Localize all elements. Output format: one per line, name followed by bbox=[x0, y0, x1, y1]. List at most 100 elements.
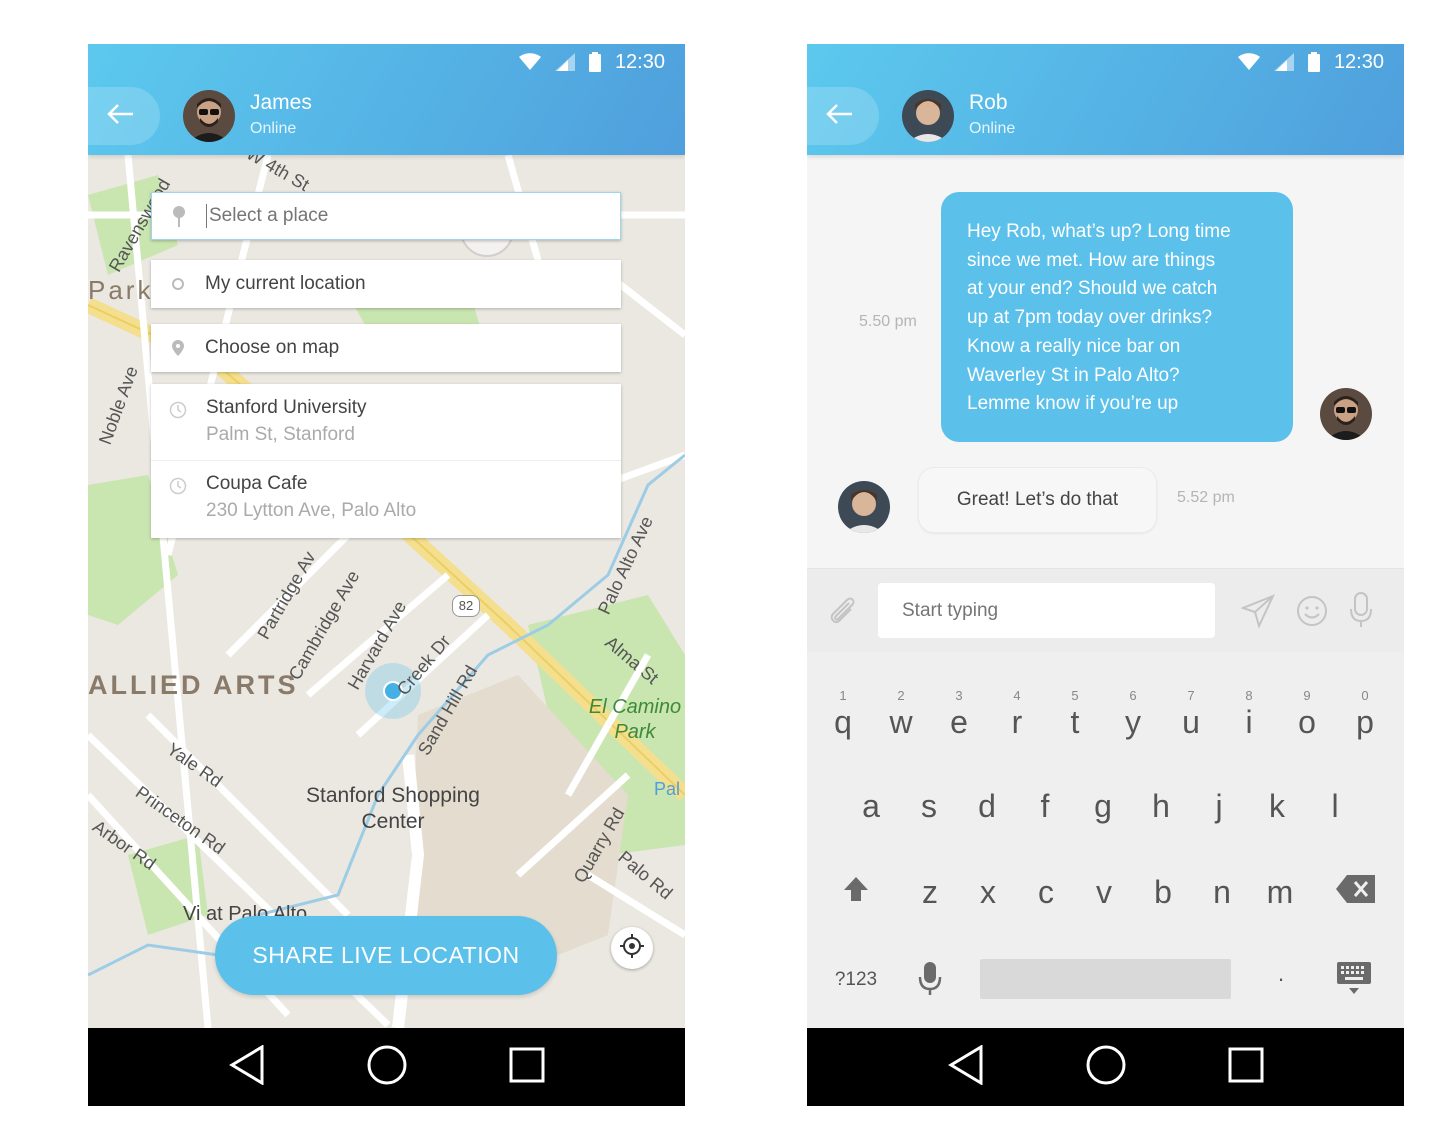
incoming-message-bubble[interactable]: Great! Let’s do that bbox=[918, 467, 1157, 533]
nav-home-icon[interactable] bbox=[1085, 1044, 1127, 1091]
symbols-key[interactable]: ?123 bbox=[827, 937, 885, 1009]
contact-status: Online bbox=[969, 120, 1016, 137]
contact-name: James bbox=[250, 91, 312, 114]
choose-on-map-label: Choose on map bbox=[205, 337, 340, 358]
backspace-icon bbox=[1327, 874, 1385, 912]
battery-icon bbox=[1307, 52, 1320, 72]
emoji-icon[interactable] bbox=[1295, 594, 1329, 633]
map-label-allied-arts: ALLIED ARTS bbox=[88, 670, 299, 700]
radio-circle-icon bbox=[151, 277, 205, 291]
backspace-key[interactable] bbox=[1327, 850, 1385, 922]
history-clock-icon bbox=[169, 401, 187, 424]
share-live-location-button[interactable]: SHARE LIVE LOCATION bbox=[215, 916, 557, 995]
place-search-box[interactable] bbox=[151, 192, 621, 240]
nav-recents-icon[interactable] bbox=[1228, 1047, 1264, 1088]
message-line: up at 7pm today over drinks? bbox=[967, 307, 1213, 329]
crosshair-icon bbox=[619, 933, 645, 964]
nav-back-icon[interactable] bbox=[228, 1043, 265, 1090]
key-f[interactable]: f bbox=[1016, 764, 1074, 836]
message-input[interactable] bbox=[878, 583, 1215, 638]
pin-icon bbox=[152, 205, 206, 227]
avatar[interactable] bbox=[183, 90, 235, 142]
message-line: Hey Rob, what’s up? Long time bbox=[967, 221, 1231, 242]
message-line: at your end? Should we catch bbox=[967, 278, 1218, 300]
keyboard-switch-key[interactable] bbox=[1325, 937, 1383, 1009]
current-location-label: My current location bbox=[205, 273, 366, 294]
composer-bar bbox=[807, 568, 1404, 653]
key-t[interactable]: 5t bbox=[1046, 680, 1104, 752]
key-y[interactable]: 6y bbox=[1104, 680, 1162, 752]
receiver-avatar bbox=[838, 481, 890, 533]
key-l[interactable]: l bbox=[1306, 764, 1364, 836]
map-pin-icon bbox=[151, 340, 205, 356]
key-p[interactable]: 0p bbox=[1336, 680, 1394, 752]
key-v[interactable]: v bbox=[1075, 850, 1133, 922]
contact-status: Online bbox=[250, 120, 297, 137]
back-arrow-icon bbox=[107, 103, 135, 130]
key-s[interactable]: s bbox=[900, 764, 958, 836]
space-bar[interactable] bbox=[980, 959, 1231, 999]
suggestion-title: Stanford University bbox=[206, 397, 367, 418]
period-key[interactable]: . bbox=[1252, 937, 1310, 1009]
microphone-icon[interactable] bbox=[1349, 591, 1373, 634]
battery-icon bbox=[588, 52, 601, 72]
key-n[interactable]: n bbox=[1193, 850, 1251, 922]
back-button[interactable] bbox=[88, 87, 160, 145]
signal-icon bbox=[1273, 53, 1294, 71]
key-q[interactable]: 1q bbox=[814, 680, 872, 752]
key-g[interactable]: g bbox=[1074, 764, 1132, 836]
message-time: 5.50 pm bbox=[859, 313, 917, 330]
nav-recents-icon[interactable] bbox=[509, 1047, 545, 1088]
keyboard-hide-icon bbox=[1325, 961, 1383, 1003]
voice-input-key[interactable] bbox=[901, 937, 959, 1009]
key-c[interactable]: c bbox=[1017, 850, 1075, 922]
key-i[interactable]: 8i bbox=[1220, 680, 1278, 752]
key-k[interactable]: k bbox=[1248, 764, 1306, 836]
android-nav-bar bbox=[88, 1028, 685, 1106]
message-time: 5.52 pm bbox=[1177, 489, 1235, 506]
key-b[interactable]: b bbox=[1134, 850, 1192, 922]
outgoing-message-bubble[interactable]: Hey Rob, what’s up? Long time since we m… bbox=[941, 192, 1293, 442]
status-bar: 12:30 bbox=[1237, 50, 1384, 74]
key-j[interactable]: j bbox=[1190, 764, 1248, 836]
shift-key[interactable] bbox=[827, 850, 885, 922]
place-search-input[interactable] bbox=[206, 204, 591, 228]
shift-arrow-icon bbox=[827, 874, 885, 911]
key-a[interactable]: a bbox=[842, 764, 900, 836]
map-label-park: Park bbox=[88, 275, 154, 305]
attachment-icon[interactable] bbox=[825, 595, 859, 634]
nav-home-icon[interactable] bbox=[366, 1044, 408, 1091]
key-x[interactable]: x bbox=[959, 850, 1017, 922]
message-line: Lemme know if you’re up bbox=[967, 393, 1179, 415]
key-w[interactable]: 2w bbox=[872, 680, 930, 752]
option-choose-on-map[interactable]: Choose on map bbox=[151, 324, 621, 372]
nav-back-icon[interactable] bbox=[947, 1043, 984, 1090]
map-label-pal: Pal bbox=[654, 779, 681, 799]
my-location-button[interactable] bbox=[611, 927, 653, 969]
wifi-icon bbox=[1237, 53, 1260, 71]
suggestion-item[interactable]: Coupa Cafe 230 Lytton Ave, Palo Alto bbox=[151, 460, 621, 536]
key-e[interactable]: 3e bbox=[930, 680, 988, 752]
map-label-stanford-shopping: Stanford Shopping Center bbox=[306, 784, 480, 833]
suggestion-title: Coupa Cafe bbox=[206, 473, 308, 494]
send-icon[interactable] bbox=[1240, 594, 1275, 633]
key-o[interactable]: 9o bbox=[1278, 680, 1336, 752]
option-current-location[interactable]: My current location bbox=[151, 260, 621, 308]
key-h[interactable]: h bbox=[1132, 764, 1190, 836]
back-button[interactable] bbox=[807, 87, 879, 145]
message-list: 5.50 pm Hey Rob, what’s up? Long time si… bbox=[807, 155, 1404, 568]
back-arrow-icon bbox=[826, 103, 854, 130]
key-u[interactable]: 7u bbox=[1162, 680, 1220, 752]
key-z[interactable]: z bbox=[901, 850, 959, 922]
key-m[interactable]: m bbox=[1251, 850, 1309, 922]
key-r[interactable]: 4r bbox=[988, 680, 1046, 752]
key-d[interactable]: d bbox=[958, 764, 1016, 836]
highway-82-shield: 82 bbox=[452, 595, 480, 617]
wifi-icon bbox=[518, 53, 541, 71]
avatar[interactable] bbox=[902, 90, 954, 142]
clock-time: 12:30 bbox=[1333, 50, 1384, 73]
chat-screen: 5.50 pm Hey Rob, what’s up? Long time si… bbox=[807, 44, 1404, 1106]
suggestion-item[interactable]: Stanford University Palm St, Stanford bbox=[151, 384, 621, 461]
chat-header: 12:30 Rob Online bbox=[807, 44, 1404, 155]
chat-header: 12:30 James Online bbox=[88, 44, 685, 155]
